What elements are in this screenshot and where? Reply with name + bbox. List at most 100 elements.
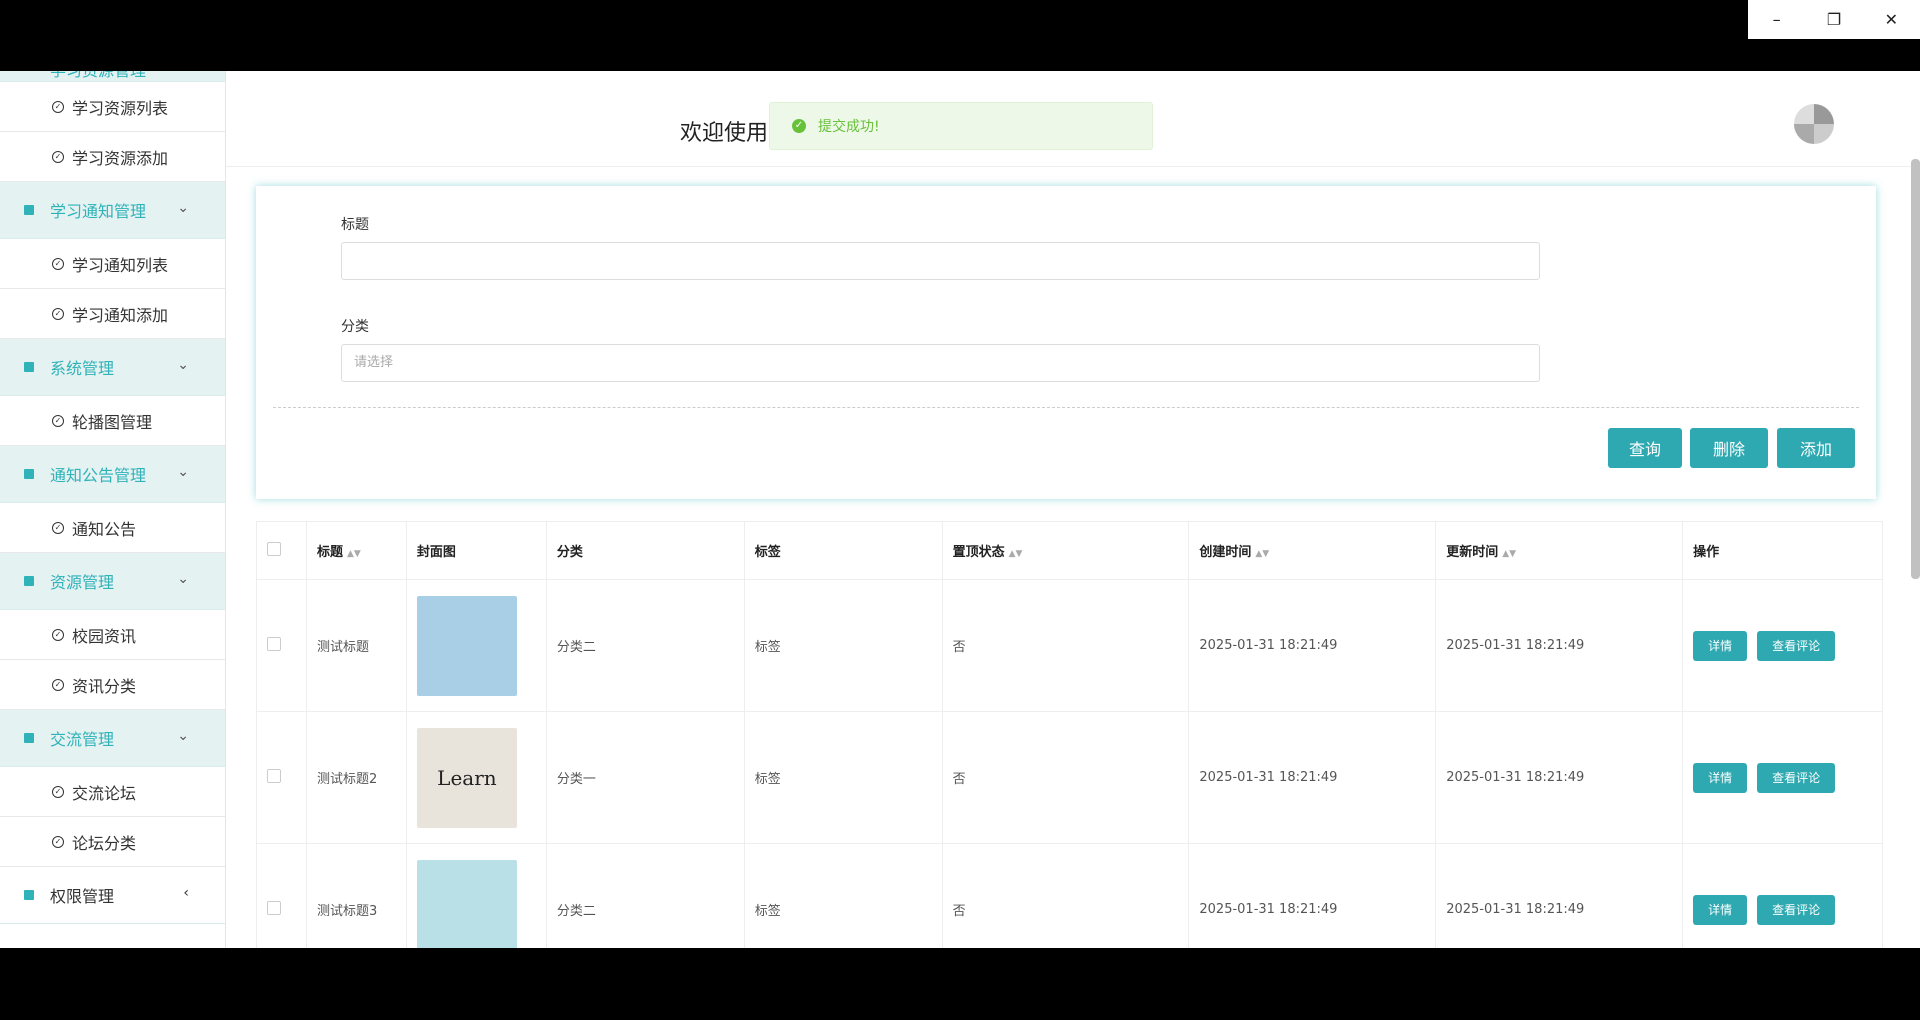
col-category-label: 分类 xyxy=(556,545,583,560)
actions-cell: 详情 查看评论 xyxy=(1682,579,1883,712)
col-updated-label: 更新时间 xyxy=(1446,545,1499,560)
avatar[interactable] xyxy=(1794,104,1834,144)
menu-item-label: 学习通知添加 xyxy=(72,305,169,325)
table-row: 测试标题2 Learn 分类一 标签 否 2025-01-31 18:21:49… xyxy=(256,711,1883,844)
title-cell: 测试标题3 xyxy=(305,843,407,948)
data-table: 标题 ▲▼ 封面图 分类 标签 置顶状态 ▲▼ 创建时间 ▲▼ 更新时间 ▲▼ 操作 测… xyxy=(256,521,1883,948)
col-top[interactable]: 置顶状态 ▲▼ xyxy=(941,521,1190,580)
row-checkbox[interactable] xyxy=(267,900,281,915)
sort-icon[interactable]: ▲▼ xyxy=(1502,549,1516,559)
check-circle-icon: ✓ xyxy=(52,414,64,427)
cover-cell xyxy=(405,843,547,948)
menu-item-campus-news[interactable]: ✓ 校园资讯 xyxy=(0,610,225,660)
document-icon xyxy=(24,205,34,215)
menu-item-label: 轮播图管理 xyxy=(72,412,153,432)
check-circle-icon: ✓ xyxy=(52,521,64,534)
cover-cell xyxy=(405,579,547,712)
menu-group-notice[interactable]: 学习通知管理 ⌄ xyxy=(0,182,225,239)
title-cell: 测试标题2 xyxy=(305,711,407,844)
menu-group-label: 通知公告管理 xyxy=(50,466,147,485)
col-tag: 标签 xyxy=(743,521,943,580)
view-comments-button[interactable]: 查看评论 xyxy=(1757,762,1836,793)
sort-icon[interactable]: ▲▼ xyxy=(1255,549,1269,559)
document-icon xyxy=(24,890,34,900)
menu-group-system[interactable]: 系统管理 ⌄ xyxy=(0,339,225,396)
menu-item-forum-category[interactable]: ✓ 论坛分类 xyxy=(0,817,225,867)
col-created[interactable]: 创建时间 ▲▼ xyxy=(1188,521,1437,580)
menu-item-forum[interactable]: ✓ 交流论坛 xyxy=(0,767,225,817)
bottom-bar xyxy=(0,948,1920,1020)
col-cover: 封面图 xyxy=(405,521,547,580)
menu-item-announce[interactable]: ✓ 通知公告 xyxy=(0,503,225,553)
view-comments-button[interactable]: 查看评论 xyxy=(1757,630,1836,661)
menu-group-forum[interactable]: 交流管理 ⌄ xyxy=(0,710,225,767)
chevron-down-icon: ⌄ xyxy=(177,357,189,373)
menu-group-label: 权限管理 xyxy=(50,887,115,906)
delete-button[interactable]: 删除 xyxy=(1690,428,1768,468)
window-controls: – ❐ ✕ xyxy=(1748,0,1920,39)
menu-group-partial[interactable]: 学习资源管理 xyxy=(0,71,225,82)
menu-item-resource-list[interactable]: ✓ 学习资源列表 xyxy=(0,82,225,132)
category-select[interactable]: 请选择 xyxy=(341,344,1540,382)
document-icon xyxy=(24,733,34,743)
menu-item-news-category[interactable]: ✓ 资讯分类 xyxy=(0,660,225,710)
document-icon xyxy=(24,576,34,586)
col-title[interactable]: 标题 ▲▼ xyxy=(305,521,407,580)
row-select-cell xyxy=(256,843,307,948)
close-icon[interactable]: ✕ xyxy=(1863,0,1920,39)
row-checkbox[interactable] xyxy=(267,636,281,651)
sort-icon[interactable]: ▲▼ xyxy=(347,549,361,559)
title-input[interactable] xyxy=(341,242,1540,280)
cover-cell: Learn xyxy=(405,711,547,844)
menu-group-resource[interactable]: 资源管理 ⌄ xyxy=(0,553,225,610)
table-header-row: 标题 ▲▼ 封面图 分类 标签 置顶状态 ▲▼ 创建时间 ▲▼ 更新时间 ▲▼ 操作 xyxy=(256,521,1883,580)
header: 欢迎使用 ✓ 提交成功! xyxy=(226,71,1920,167)
updated-cell: 2025-01-31 18:21:49 xyxy=(1435,711,1684,844)
menu-item-resource-add[interactable]: ✓ 学习资源添加 xyxy=(0,132,225,182)
col-title-label: 标题 xyxy=(316,545,343,560)
col-updated[interactable]: 更新时间 ▲▼ xyxy=(1435,521,1684,580)
detail-button[interactable]: 详情 xyxy=(1693,762,1748,793)
divider xyxy=(273,407,1859,408)
top-cell: 否 xyxy=(941,711,1190,844)
vertical-scrollbar[interactable] xyxy=(1911,159,1920,579)
window-titlebar: – ❐ ✕ xyxy=(0,0,1920,71)
check-circle-icon: ✓ xyxy=(52,257,64,270)
select-all-checkbox[interactable] xyxy=(267,541,281,556)
tag-cell: 标签 xyxy=(743,843,943,948)
menu-group-announce[interactable]: 通知公告管理 ⌄ xyxy=(0,446,225,503)
restore-icon[interactable]: ❐ xyxy=(1805,0,1862,39)
minimize-icon[interactable]: – xyxy=(1748,0,1805,39)
menu-item-notice-add[interactable]: ✓ 学习通知添加 xyxy=(0,289,225,339)
detail-button[interactable]: 详情 xyxy=(1693,630,1748,661)
menu-item-label: 论坛分类 xyxy=(72,833,137,853)
sidebar: 学习资源管理 ✓ 学习资源列表 ✓ 学习资源添加 学习通知管理 ⌄ ✓ 学习通知… xyxy=(0,71,226,948)
check-circle-icon: ✓ xyxy=(52,835,64,848)
top-cell: 否 xyxy=(941,843,1190,948)
menu-group-permission[interactable]: 权限管理 ‹ xyxy=(0,867,225,924)
add-button[interactable]: 添加 xyxy=(1777,428,1855,468)
chevron-down-icon: ⌄ xyxy=(177,200,189,216)
menu-item-notice-list[interactable]: ✓ 学习通知列表 xyxy=(0,239,225,289)
welcome-text: 欢迎使用 xyxy=(680,121,769,146)
check-circle-icon: ✓ xyxy=(52,678,64,691)
created-cell: 2025-01-31 18:21:49 xyxy=(1188,711,1437,844)
detail-button[interactable]: 详情 xyxy=(1693,894,1748,925)
title-cell: 测试标题 xyxy=(305,579,407,712)
cover-image xyxy=(416,595,517,696)
created-cell: 2025-01-31 18:21:49 xyxy=(1188,579,1437,712)
menu-item-carousel[interactable]: ✓ 轮播图管理 xyxy=(0,396,225,446)
cover-image xyxy=(416,859,517,948)
actions-cell: 详情 查看评论 xyxy=(1682,843,1883,948)
check-circle-icon: ✓ xyxy=(52,100,64,113)
row-checkbox[interactable] xyxy=(267,768,281,783)
document-icon xyxy=(24,362,34,372)
view-comments-button[interactable]: 查看评论 xyxy=(1757,894,1836,925)
check-circle-icon: ✓ xyxy=(52,785,64,798)
category-label: 分类 xyxy=(341,319,369,335)
updated-cell: 2025-01-31 18:21:49 xyxy=(1435,579,1684,712)
filter-panel: 标题 分类 请选择 查询 删除 添加 xyxy=(256,186,1876,499)
sort-icon[interactable]: ▲▼ xyxy=(1009,549,1023,559)
row-select-cell xyxy=(256,579,307,712)
query-button[interactable]: 查询 xyxy=(1608,428,1682,468)
